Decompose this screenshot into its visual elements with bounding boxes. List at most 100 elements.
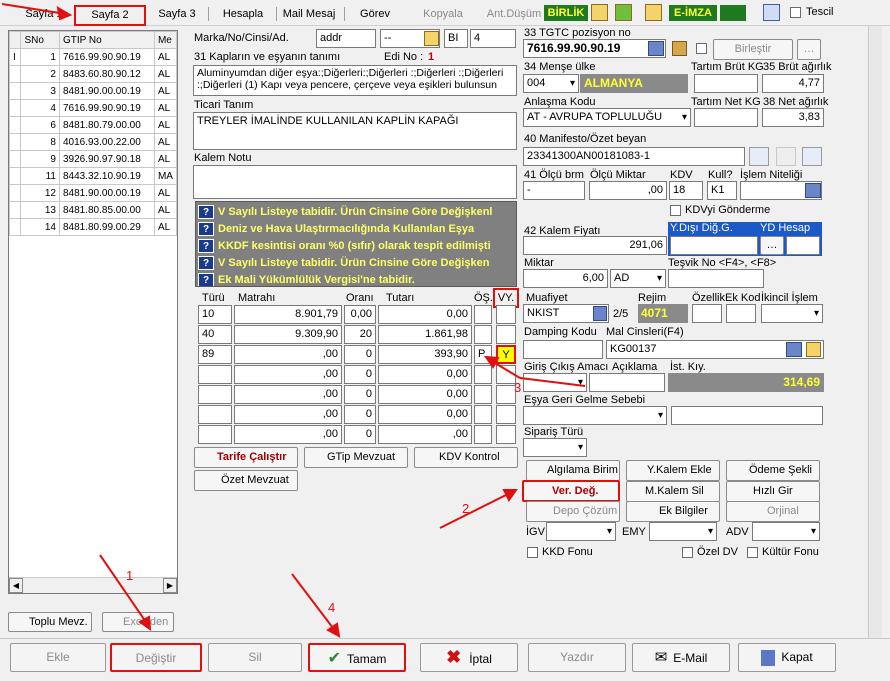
emy-select[interactable] xyxy=(649,522,717,541)
bi-field[interactable]: BI xyxy=(444,29,468,48)
table-row[interactable]: 4 7616.99.90.90.19 AL xyxy=(8,99,178,117)
olcu-field[interactable]: - xyxy=(523,181,585,200)
olcu-miktar-field[interactable]: ,00 xyxy=(589,181,667,200)
tab-gorev[interactable]: Görev xyxy=(354,6,396,23)
tgtc-field[interactable]: 7616.99.90.90.19 xyxy=(523,39,666,58)
tax-cell[interactable]: 0 xyxy=(344,365,376,384)
miktar-field[interactable]: 6,00 xyxy=(523,269,608,288)
box-icon[interactable] xyxy=(672,41,687,56)
tax-cell[interactable]: 0,00 xyxy=(378,405,472,424)
kalem-notu-textarea[interactable] xyxy=(193,165,517,199)
scroll-right-icon[interactable]: ▶ xyxy=(163,578,177,593)
damping-field[interactable] xyxy=(523,340,603,359)
tax-cell[interactable]: 89 xyxy=(198,345,232,364)
table-row[interactable]: 9 3926.90.97.90.18 AL xyxy=(8,150,178,168)
table-row[interactable]: 8 4016.93.00.22.00 AL xyxy=(8,133,178,151)
tax-cell[interactable] xyxy=(198,365,232,384)
document-icon[interactable] xyxy=(763,4,780,21)
grid-hscrollbar[interactable]: ◀ ▶ xyxy=(9,577,177,593)
table-row[interactable]: 14 8481.80.99.00.29 AL xyxy=(8,218,178,236)
giris-cikis-select[interactable] xyxy=(523,373,587,392)
tescil-checkbox[interactable] xyxy=(790,7,801,18)
tax-cell[interactable]: 0 xyxy=(344,425,376,444)
mense-code-select[interactable]: 004 xyxy=(523,74,579,93)
ydisi-field[interactable] xyxy=(670,236,758,255)
ikincil-select[interactable] xyxy=(761,304,823,323)
orjinal-button[interactable]: Orjinal xyxy=(726,501,820,522)
tax-cell[interactable] xyxy=(496,365,516,384)
tax-cell[interactable]: 8.901,79 xyxy=(234,305,342,324)
ydisi-more-button[interactable]: … xyxy=(760,236,784,255)
tax-cell[interactable]: 1.861,98 xyxy=(378,325,472,344)
description-textarea[interactable]: Aluminyumdan diğer eşya:;Diğerleri:;Diğe… xyxy=(193,65,517,96)
folder-icon[interactable] xyxy=(591,4,608,21)
e-imza-button[interactable]: E-İMZA xyxy=(669,5,717,21)
tax-cell[interactable]: 393,90 xyxy=(378,345,472,364)
tax-cell[interactable] xyxy=(496,325,516,344)
table-row[interactable]: 6 8481.80.79.00.00 AL xyxy=(8,116,178,134)
tax-cell[interactable]: P xyxy=(474,345,492,364)
import-icon[interactable] xyxy=(802,147,822,166)
tax-cell[interactable]: 9.309,90 xyxy=(234,325,342,344)
tax-cell[interactable]: ,00 xyxy=(234,425,342,444)
table-row[interactable]: 12 8481.90.00.00.19 AL xyxy=(8,184,178,202)
aciklama-field[interactable] xyxy=(589,373,665,392)
tax-cell[interactable] xyxy=(198,425,232,444)
vertical-scrollbar[interactable] xyxy=(868,26,882,638)
tax-cell[interactable] xyxy=(496,425,516,444)
tartim-brut-field[interactable] xyxy=(694,74,758,93)
birlestir-more-button[interactable]: … xyxy=(797,39,821,60)
adv-select[interactable] xyxy=(752,522,820,541)
kultur-fonu-checkbox[interactable] xyxy=(747,547,758,558)
ver-deg-button[interactable]: Ver. Değ. xyxy=(522,480,620,502)
table-row[interactable]: 3 8481.90.00.00.19 AL xyxy=(8,82,178,100)
tax-cell[interactable]: 0,00 xyxy=(378,385,472,404)
kapat-button[interactable]: Kapat xyxy=(738,643,836,672)
tab-kopyala[interactable]: Kopyala xyxy=(418,6,468,23)
iptal-button[interactable]: ✖ İptal xyxy=(420,643,518,672)
kdv-gonderme-checkbox[interactable] xyxy=(670,205,681,216)
kkd-fonu-checkbox[interactable] xyxy=(527,547,538,558)
ek-kod-field[interactable] xyxy=(726,304,756,323)
note-item[interactable]: ? KKDF kesintisi oranı %0 (sıfır) olarak … xyxy=(198,238,516,254)
degistir-button[interactable]: Değiştir xyxy=(110,643,202,672)
siparis-select[interactable] xyxy=(523,438,587,457)
tesvik-field[interactable] xyxy=(668,269,764,288)
ekle-button[interactable]: Ekle xyxy=(10,643,106,672)
tax-cell[interactable]: ,00 xyxy=(234,385,342,404)
tab-ant-dusum[interactable]: Ant.Düşüm xyxy=(484,6,544,23)
islem-search-icon[interactable] xyxy=(805,183,821,198)
y-kalem-ekle-button[interactable]: Y.Kalem Ekle xyxy=(626,460,720,481)
tax-cell[interactable]: 0,00 xyxy=(344,305,376,324)
tax-cell[interactable]: 0,00 xyxy=(378,305,472,324)
tax-cell[interactable] xyxy=(474,305,492,324)
bi-value-field[interactable]: 4 xyxy=(470,29,516,48)
tax-cell[interactable]: ,00 xyxy=(234,345,342,364)
brut-field[interactable]: 4,77 xyxy=(762,74,824,93)
kdv-field[interactable]: 18 xyxy=(669,181,703,200)
esya-geri-field[interactable] xyxy=(671,406,823,425)
tax-cell[interactable] xyxy=(496,385,516,404)
mal-cinsleri-edit-icon[interactable] xyxy=(806,342,821,357)
tax-cell[interactable]: 0 xyxy=(344,405,376,424)
ozet-mevzuat-button[interactable]: Özet Mevzuat xyxy=(194,470,298,491)
email-button[interactable]: ✉ E-Mail xyxy=(632,643,730,672)
tgtc-checkbox[interactable] xyxy=(696,43,707,54)
tamam-button[interactable]: ✔ Tamam xyxy=(308,643,406,672)
algilama-birim-button[interactable]: Algılama Birim xyxy=(526,460,620,481)
sil-button[interactable]: Sil xyxy=(208,643,302,672)
tax-cell[interactable]: 0,00 xyxy=(378,365,472,384)
table-row[interactable]: 11 8443.32.10.90.19 MA xyxy=(8,167,178,185)
ek-bilgiler-button[interactable]: Ek Bilgiler xyxy=(626,501,720,522)
note-item[interactable]: ? Deniz ve Hava Ulaştırmacılığında Kullan… xyxy=(198,221,516,237)
table-row[interactable]: 13 8481.80.85.00.00 AL xyxy=(8,201,178,219)
note-item[interactable]: ? V Sayılı Listeye tabidir. Ürün Cinsine … xyxy=(198,204,516,220)
tax-cell[interactable] xyxy=(198,385,232,404)
tax-cell[interactable]: 40 xyxy=(198,325,232,344)
tax-cell[interactable]: 10 xyxy=(198,305,232,324)
yd-hesap-field[interactable] xyxy=(786,236,820,255)
tax-cell[interactable]: ,00 xyxy=(234,405,342,424)
net-field[interactable]: 3,83 xyxy=(762,108,824,127)
hizli-gir-button[interactable]: Hızlı Gir xyxy=(726,481,820,502)
tax-cell[interactable]: ,00 xyxy=(378,425,472,444)
